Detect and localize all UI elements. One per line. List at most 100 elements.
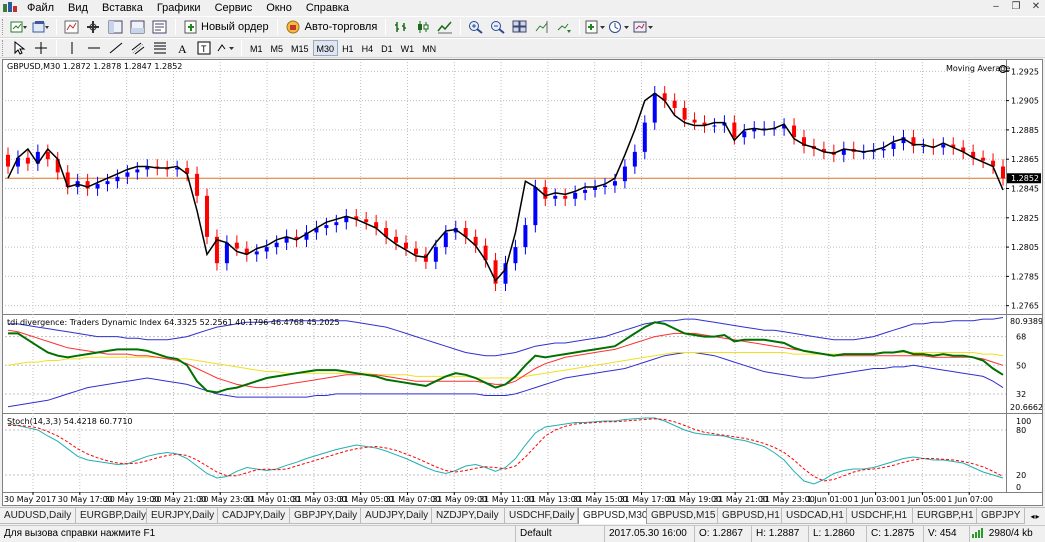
timeframe-m1[interactable]: M1 <box>246 40 267 56</box>
data-window-icon[interactable] <box>84 18 104 36</box>
timeframe-h1[interactable]: H1 <box>338 40 358 56</box>
tab-scroll-buttons[interactable]: ◂ ▸ <box>1025 508 1045 524</box>
menu-insert[interactable]: Вставка <box>95 0 150 16</box>
tab-eurgbp-h1[interactable]: EURGBP,H1 <box>913 508 977 524</box>
standard-toolbar: Новый ордер Авто-торговля <box>0 16 1045 38</box>
price-axis-label: 1.2865 <box>1011 155 1039 164</box>
stoch-axis-label: 80 <box>1016 426 1026 435</box>
chart-window[interactable]: 30 May 2017 30 May 17:00 30 May 19:00 30 Ma… <box>2 59 1043 506</box>
zoom-in-icon[interactable] <box>466 18 486 36</box>
menu-file[interactable]: Файл <box>20 0 61 16</box>
timeframe-m5[interactable]: M5 <box>267 40 288 56</box>
channel-icon[interactable] <box>128 39 148 57</box>
tab-audusd-daily[interactable]: AUDUSD,Daily <box>0 508 76 524</box>
periods-icon[interactable] <box>609 18 631 36</box>
bearish-candle-body <box>25 157 30 164</box>
bearish-candle-body <box>45 151 50 160</box>
timeframe-m30[interactable]: M30 <box>312 40 339 56</box>
indicators-icon[interactable] <box>585 18 607 36</box>
menu-view[interactable]: Вид <box>61 0 95 16</box>
menu-charts[interactable]: Графики <box>150 0 208 16</box>
tab-usdcad-h1[interactable]: USDCAD,H1 <box>782 508 847 524</box>
autoscroll-icon[interactable] <box>554 18 574 36</box>
bar-chart-icon[interactable] <box>391 18 411 36</box>
zoom-out-icon[interactable] <box>488 18 508 36</box>
templates-icon[interactable] <box>633 18 655 36</box>
toolbar-separator <box>276 19 278 35</box>
time-axis-label: 1 Jun 01:00 <box>807 495 853 504</box>
svg-text:A: A <box>178 42 187 55</box>
tab-scroll-right-icon[interactable]: ▸ <box>1036 512 1040 521</box>
status-bar: Для вызова справки нажмите F1 Default 20… <box>0 525 1045 542</box>
timeframe-w1[interactable]: W1 <box>397 40 419 56</box>
status-volume: V: 454 <box>923 526 969 542</box>
bullish-candle-body <box>224 242 229 264</box>
tab-scroll-left-icon[interactable]: ◂ <box>1030 512 1034 521</box>
time-axis-label: 1 Jun 03:00 <box>854 495 900 504</box>
stoch-label: Stoch(14,3,3) 54.4218 60.7710 <box>7 417 133 426</box>
timeframe-h4[interactable]: H4 <box>358 40 378 56</box>
chart-canvas[interactable]: 30 May 2017 30 May 17:0030 May 19:0030 Ma… <box>3 60 1042 505</box>
tab-audjpy-daily[interactable]: AUDJPY,Daily <box>361 508 432 524</box>
timeframe-m15[interactable]: M15 <box>287 40 313 56</box>
tab-eurgbp-daily[interactable]: EURGBP,Daily <box>76 508 147 524</box>
new-order-button[interactable]: Новый ордер <box>180 18 273 36</box>
cursor-icon[interactable] <box>9 39 29 57</box>
stoch-main-line <box>7 417 1004 485</box>
close-button[interactable]: ✕ <box>1029 1 1043 13</box>
price-axis-label: 1.2765 <box>1011 302 1039 311</box>
tab-cadjpy-daily[interactable]: CADJPY,Daily <box>218 508 290 524</box>
tab-eurjpy-daily[interactable]: EURJPY,Daily <box>147 508 218 524</box>
bullish-candle-body <box>443 232 448 248</box>
strategy-tester-icon[interactable] <box>150 18 170 36</box>
tab-gbpusd-m30[interactable]: GBPUSD,M30 <box>578 508 647 524</box>
bearish-candle-body <box>563 195 568 199</box>
timeframe-d1[interactable]: D1 <box>377 40 397 56</box>
status-traffic: 2980/4 kb <box>969 526 1045 542</box>
status-close: C: 1.2875 <box>866 526 923 542</box>
tab-nzdjpy-daily[interactable]: NZDJPY,Daily <box>432 508 505 524</box>
horizontal-line-icon[interactable] <box>84 39 104 57</box>
market-watch-icon[interactable] <box>62 18 82 36</box>
terminal-icon[interactable] <box>128 18 148 36</box>
arrows-icon[interactable] <box>216 39 236 57</box>
toolbar-separator <box>175 19 176 35</box>
minimize-button[interactable]: – <box>989 1 1003 13</box>
menu-help[interactable]: Справка <box>299 0 356 16</box>
text-icon[interactable]: A <box>172 39 192 57</box>
tab-gbpjpy-daily[interactable]: GBPJPY,Daily <box>290 508 361 524</box>
tab-gbpusd-m15[interactable]: GBPUSD,M15 <box>647 508 718 524</box>
toolbar-grip <box>2 19 5 35</box>
moving-average-line <box>7 92 1004 283</box>
chart-symbol-header: GBPUSD,M30 1.2872 1.2878 1.2847 1.2852 <box>7 62 183 71</box>
tile-windows-icon[interactable] <box>510 18 530 36</box>
bullish-candle-body <box>881 148 886 151</box>
menu-tools[interactable]: Сервис <box>208 0 260 16</box>
fibonacci-icon[interactable] <box>150 39 170 57</box>
profiles-button[interactable] <box>31 18 51 36</box>
tab-usdchf-daily[interactable]: USDCHF,Daily <box>505 508 578 524</box>
status-profile[interactable]: Default <box>515 526 604 542</box>
chart-shift-icon[interactable] <box>532 18 552 36</box>
time-axis-label: 30 May 2017 <box>4 495 56 504</box>
candlestick-icon[interactable] <box>413 18 433 36</box>
price-axis-label: 1.2905 <box>1011 97 1039 106</box>
menu-window[interactable]: Окно <box>259 0 299 16</box>
crosshair-icon[interactable] <box>31 39 51 57</box>
text-label-icon[interactable]: T <box>194 39 214 57</box>
tdi-lower-band <box>7 352 1004 408</box>
new-chart-button[interactable] <box>9 18 29 36</box>
tab-gbpusd-h1[interactable]: GBPUSD,H1 <box>718 508 782 524</box>
navigator-icon[interactable] <box>106 18 126 36</box>
tab-gbpjpy[interactable]: GBPJPY <box>977 508 1025 524</box>
restore-button[interactable]: ❐ <box>1009 1 1023 13</box>
bearish-candle-body <box>413 248 418 255</box>
trendline-icon[interactable] <box>106 39 126 57</box>
bullish-candle-body <box>334 222 339 226</box>
vertical-line-icon[interactable] <box>62 39 82 57</box>
toolbar-separator <box>56 19 57 35</box>
tab-usdchf-h1[interactable]: USDCHF,H1 <box>847 508 913 524</box>
line-chart-icon[interactable] <box>435 18 455 36</box>
timeframe-mn[interactable]: MN <box>418 40 440 56</box>
autotrading-button[interactable]: Авто-торговля <box>282 18 382 36</box>
